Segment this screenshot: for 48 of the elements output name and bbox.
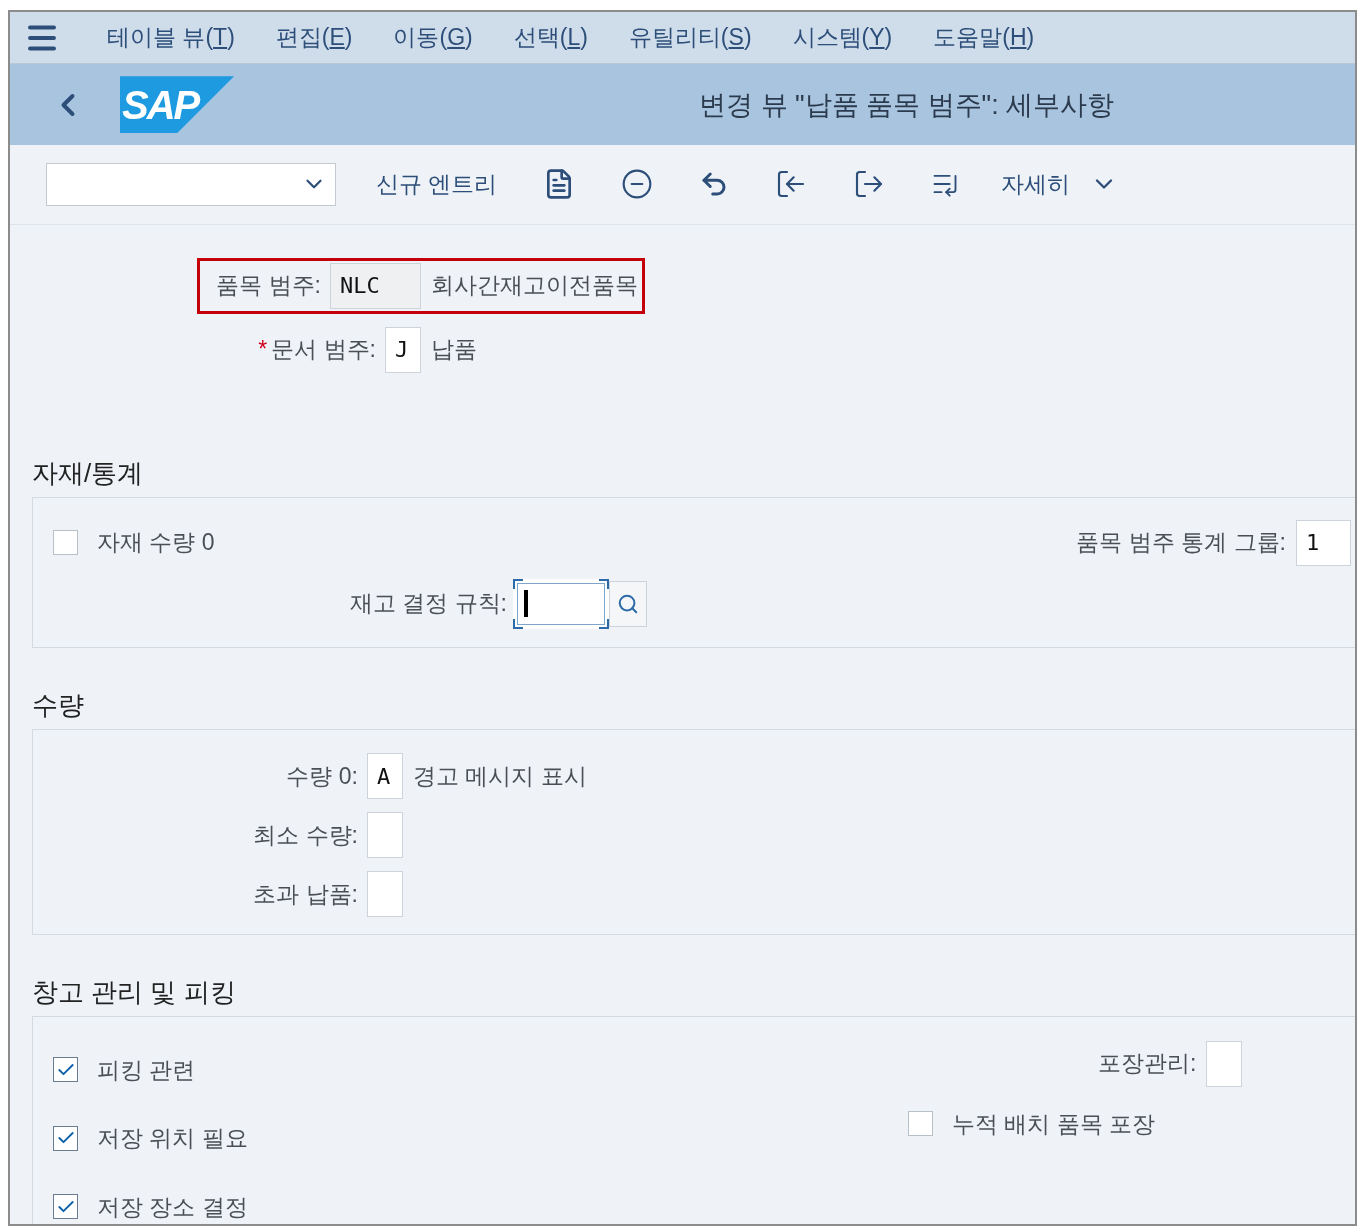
- required-mark: *: [258, 335, 268, 365]
- checkbox-label: 피킹 관련: [97, 1055, 196, 1085]
- field-label: 재고 결정 규칙:: [348, 589, 507, 619]
- field-label: 품목 범주:: [216, 271, 321, 301]
- search-icon: [617, 592, 639, 615]
- menu-item[interactable]: 유틸리티(S): [628, 20, 752, 55]
- field-label: 최소 수량:: [252, 821, 358, 851]
- input-field[interactable]: J: [385, 326, 421, 373]
- delete-icon[interactable]: [621, 168, 654, 201]
- more-button[interactable]: 자세히: [1001, 167, 1119, 202]
- field-description: 납품: [431, 335, 477, 365]
- checkbox-label: 저장 장소 결정: [97, 1192, 248, 1222]
- field-label: 문서 범주:: [271, 335, 376, 365]
- menu-item[interactable]: 편집(E): [275, 20, 353, 55]
- input-field[interactable]: [367, 812, 403, 859]
- section-title: 자재/통계: [32, 456, 145, 490]
- window-title: 변경 뷰 "납품 품목 범주": 세부사항: [699, 88, 1115, 122]
- checkbox[interactable]: [53, 1194, 78, 1220]
- menu-item[interactable]: 선택(L): [513, 20, 588, 55]
- new-entry-button[interactable]: 신규 엔트리: [376, 167, 498, 202]
- menu-item[interactable]: 테이블 뷰(T): [107, 20, 235, 55]
- checkbox-label: 누적 배치 품목 포장: [952, 1109, 1156, 1139]
- section-title: 창고 관리 및 피킹: [32, 975, 237, 1009]
- menu-item[interactable]: 이동(G): [393, 20, 473, 55]
- value-help-button[interactable]: [609, 580, 647, 627]
- checkbox[interactable]: [53, 530, 78, 556]
- field-description: 회사간재고이전품목: [431, 271, 638, 301]
- input-field[interactable]: A: [367, 753, 403, 800]
- field-description: 경고 메시지 표시: [413, 762, 587, 792]
- checkbox-label: 저장 위치 필요: [97, 1124, 248, 1153]
- checkbox[interactable]: [908, 1111, 933, 1137]
- menu-item[interactable]: 도움말(H): [933, 20, 1035, 55]
- input-field[interactable]: NLC: [330, 262, 421, 309]
- input-field[interactable]: 1: [1296, 519, 1351, 566]
- field-label: 포장관리:: [1098, 1049, 1197, 1079]
- input-field[interactable]: [1206, 1040, 1243, 1087]
- checkbox-label: 자재 수량 0: [97, 528, 215, 558]
- section-title: 수량: [32, 689, 85, 723]
- checkbox[interactable]: [53, 1057, 78, 1083]
- checkbox[interactable]: [53, 1125, 78, 1151]
- field-label: 품목 범주 통계 그룹:: [1076, 528, 1286, 558]
- input-field[interactable]: [513, 578, 609, 629]
- logo: SAP: [120, 76, 234, 134]
- field-label: 초과 납품:: [252, 880, 358, 910]
- dropdown-field[interactable]: [46, 163, 336, 206]
- menu-item[interactable]: 시스템(Y): [792, 20, 893, 55]
- input-field[interactable]: [367, 871, 403, 918]
- field-label: 수량 0:: [285, 762, 358, 792]
